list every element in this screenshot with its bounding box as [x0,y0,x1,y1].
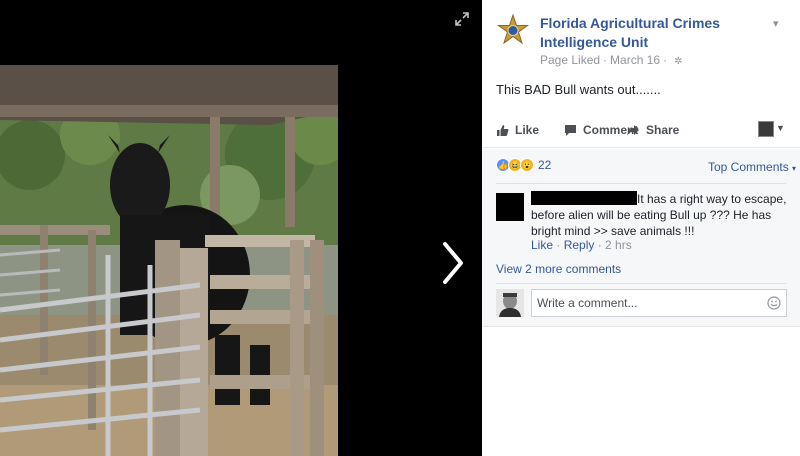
thumbs-up-icon [497,124,509,136]
like-button[interactable]: Like [496,123,539,137]
share-label: Share [646,123,680,137]
post-text: This BAD Bull wants out....... [496,82,661,97]
post-actions-bar: Like Comment Share [482,112,800,148]
post-meta: Page Liked · March 16 · ✲ [540,53,683,67]
photo-viewer [0,0,482,456]
audience-gear-icon[interactable]: ✲ [674,56,682,67]
comments-section: 👍 😆 😮 22 Top Comments ▾ It has a right w… [482,149,800,327]
chevron-down-icon[interactable]: ▾ [773,17,779,30]
comment-meta: Like · Reply · 2 hrs [531,238,632,252]
reactions-summary[interactable]: 👍 😆 😮 22 [496,158,551,172]
top-comments-label: Top Comments [708,160,789,174]
comment-composer [531,289,787,317]
chevron-down-icon[interactable]: ▼ [776,123,785,133]
chevron-down-icon: ▾ [792,164,797,173]
comment-reply-link[interactable]: Reply [564,238,595,252]
top-comments-dropdown[interactable]: Top Comments ▾ [708,160,796,174]
post-photo[interactable] [0,65,338,456]
smiley-icon[interactable] [767,296,781,310]
view-more-comments-link[interactable]: View 2 more comments [496,262,621,276]
post-date[interactable]: March 16 [610,53,660,67]
share-arrow-icon [627,124,639,136]
sheriff-star-badge-icon[interactable] [496,13,530,48]
current-user-avatar[interactable] [496,289,524,317]
post-panel: Florida Agricultural Crimes Intelligence… [482,0,800,456]
reaction-count[interactable]: 22 [538,158,551,172]
next-photo-chevron-icon[interactable] [436,238,470,288]
share-button[interactable]: Share [626,123,679,137]
comment-time[interactable]: 2 hrs [605,238,632,252]
wow-reaction-icon: 😮 [520,158,534,172]
post-as-avatar[interactable] [758,121,774,137]
page-name-link[interactable]: Florida Agricultural Crimes Intelligence… [540,14,776,52]
divider [496,183,786,184]
comment-bubble-icon [565,124,576,136]
divider [496,283,786,284]
commenter-avatar-redacted[interactable] [496,193,524,221]
comment-like-link[interactable]: Like [531,238,553,252]
comment-input[interactable] [532,290,760,316]
like-label: Like [515,123,540,137]
page-liked-status[interactable]: Page Liked [540,53,600,67]
post-header: Florida Agricultural Crimes Intelligence… [482,0,800,70]
commenter-name-redacted[interactable] [531,191,637,205]
expand-icon[interactable] [454,11,470,27]
